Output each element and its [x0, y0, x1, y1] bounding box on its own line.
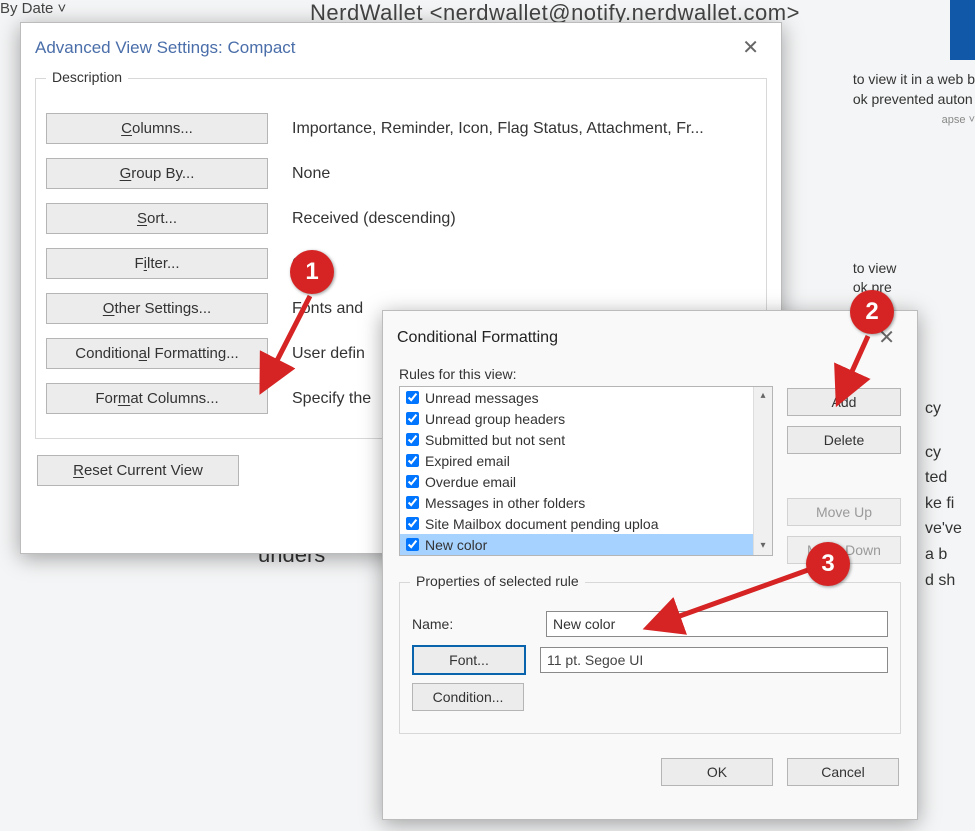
columns-value: Importance, Reminder, Icon, Flag Status,… — [292, 120, 704, 138]
rule-label: Site Mailbox document pending uploa — [425, 516, 659, 532]
rule-checkbox[interactable] — [406, 496, 419, 509]
rule-label: Expired email — [425, 453, 510, 469]
name-input[interactable]: New color — [546, 611, 888, 637]
rule-label: Unread group headers — [425, 411, 565, 427]
rule-checkbox[interactable] — [406, 454, 419, 467]
scroll-up-icon[interactable]: ▴ — [754, 387, 772, 405]
dialog-title: Conditional Formatting — [397, 329, 558, 347]
font-button[interactable]: Font... — [412, 645, 526, 675]
rule-item[interactable]: New color — [400, 534, 772, 555]
cancel-button[interactable]: Cancel — [787, 758, 899, 786]
dialog-title: Advanced View Settings: Compact — [35, 38, 296, 58]
sort-button[interactable]: Sort... — [46, 203, 268, 234]
rule-checkbox[interactable] — [406, 391, 419, 404]
format-cols-value: Specify the — [292, 390, 371, 408]
rule-checkbox[interactable] — [406, 538, 419, 551]
rule-item[interactable]: Unread group headers — [400, 408, 772, 429]
rule-label: Unread messages — [425, 390, 539, 406]
rules-label: Rules for this view: — [399, 366, 901, 382]
rule-checkbox[interactable] — [406, 517, 419, 530]
annotation-marker-2: 2 — [850, 290, 894, 334]
group-by-button[interactable]: Group By... — [46, 158, 268, 189]
rule-item[interactable]: Submitted but not sent — [400, 429, 772, 450]
columns-button[interactable]: CColumns...olumns... — [46, 113, 268, 144]
properties-group: Properties of selected rule Name: New co… — [399, 582, 901, 734]
rules-listbox[interactable]: Unread messages Unread group headers Submi… — [399, 386, 773, 556]
conditional-formatting-button[interactable]: Conditional Formatting... — [46, 338, 268, 369]
rule-label: Overdue email — [425, 474, 516, 490]
cond-value: User defin — [292, 345, 365, 363]
rule-label: Messages in other folders — [425, 495, 585, 511]
rule-label: New color — [425, 537, 487, 553]
ok-button[interactable]: OK — [661, 758, 773, 786]
filter-button[interactable]: Filter... — [46, 248, 268, 279]
rule-item[interactable]: Messages in other folders — [400, 492, 772, 513]
delete-button[interactable]: Delete — [787, 426, 901, 454]
rule-label: Submitted but not sent — [425, 432, 565, 448]
format-columns-button[interactable]: Format Columns... — [46, 383, 268, 414]
annotation-marker-1: 1 — [290, 250, 334, 294]
sort-by-label[interactable]: By Date ˅ — [0, 0, 66, 17]
name-label: Name: — [412, 616, 532, 632]
rule-item[interactable]: Site Mailbox document pending uploa — [400, 513, 772, 534]
scrollbar[interactable]: ▴ ▾ — [753, 387, 772, 555]
rule-checkbox[interactable] — [406, 412, 419, 425]
font-preview: 11 pt. Segoe UI — [540, 647, 888, 673]
rule-checkbox[interactable] — [406, 433, 419, 446]
properties-label: Properties of selected rule — [410, 573, 585, 589]
rule-checkbox[interactable] — [406, 475, 419, 488]
other-settings-button[interactable]: Other Settings... — [46, 293, 268, 324]
group-by-value: None — [292, 165, 330, 183]
add-button[interactable]: Add — [787, 388, 901, 416]
background-right-clips: cy cy ted ke fi ve've a b d sh — [925, 396, 975, 593]
condition-button[interactable]: Condition... — [412, 683, 524, 711]
scroll-down-icon[interactable]: ▾ — [754, 537, 772, 555]
move-up-button[interactable]: Move Up — [787, 498, 901, 526]
rule-item[interactable]: Overdue email — [400, 471, 772, 492]
rule-item[interactable]: Unread messages — [400, 387, 772, 408]
decorative-block — [950, 0, 975, 60]
reset-current-view-button[interactable]: Reset Current View — [37, 455, 239, 486]
close-icon[interactable]: ✕ — [734, 33, 767, 62]
background-text-clip: to view it in a web b ok prevented auton… — [853, 70, 975, 298]
rule-item[interactable]: Expired email — [400, 450, 772, 471]
other-value: Fonts and — [292, 300, 363, 318]
group-label: Description — [46, 69, 128, 85]
annotation-marker-3: 3 — [806, 542, 850, 586]
sort-value: Received (descending) — [292, 210, 456, 228]
